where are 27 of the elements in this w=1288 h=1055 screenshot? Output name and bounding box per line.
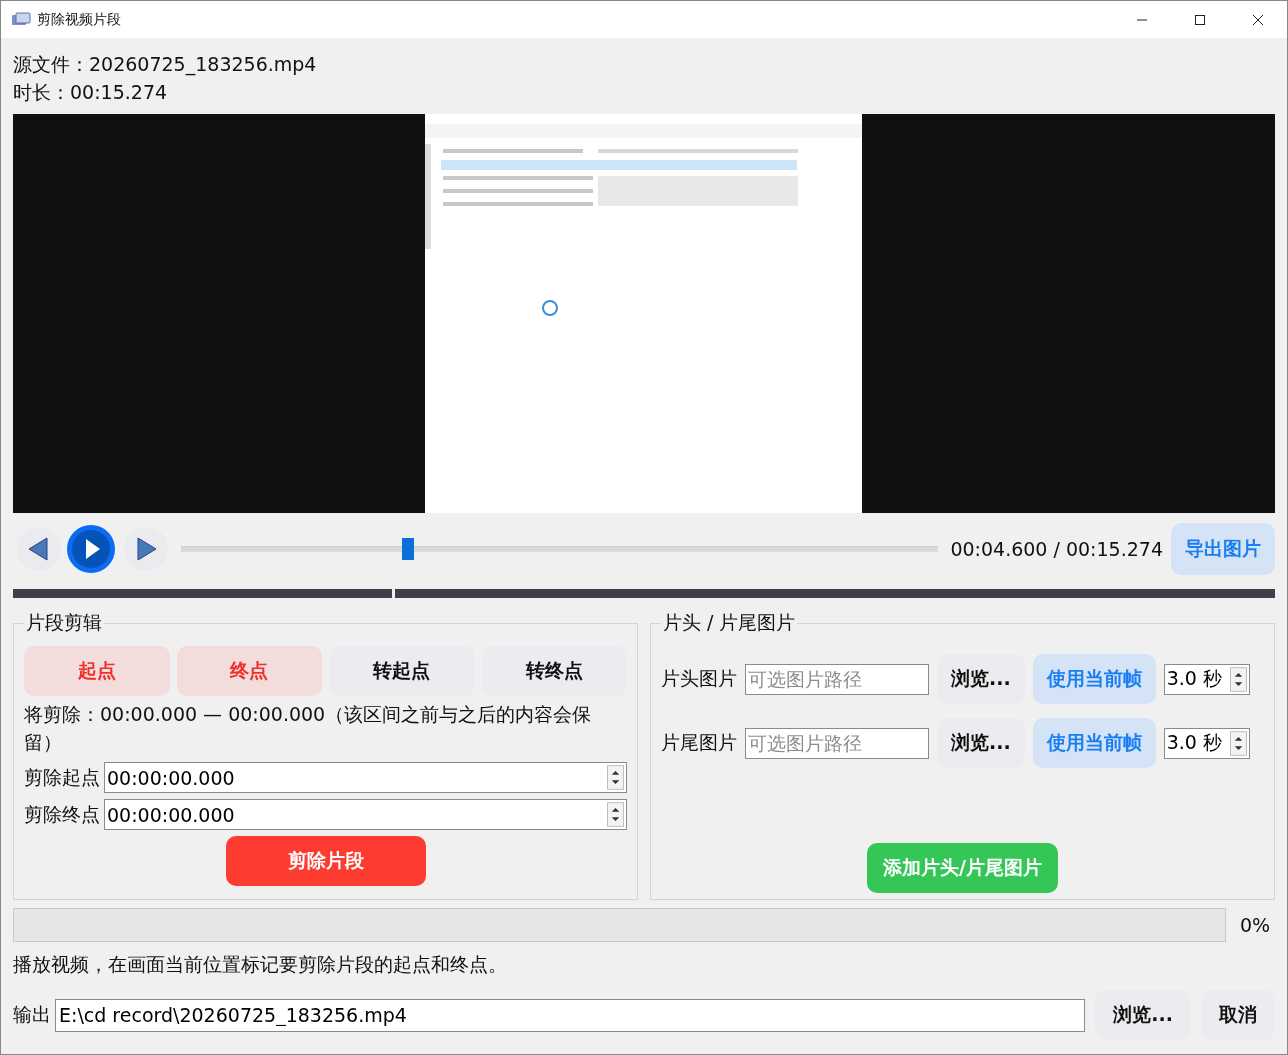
- browse-button[interactable]: 浏览...: [937, 654, 1025, 704]
- panel-title: 片段剪辑: [25, 610, 103, 635]
- cancel-button[interactable]: 取消: [1201, 990, 1275, 1040]
- field-label: 剪除起点: [24, 764, 100, 790]
- source-file-label: 源文件：20260725_183256.mp4: [13, 52, 317, 78]
- window-title: 剪除视频片段: [37, 10, 121, 29]
- jump-button[interactable]: 转终点: [481, 646, 627, 696]
- cut-segment-button[interactable]: 剪除片段: [225, 836, 426, 886]
- slider-thumb[interactable]: [402, 538, 415, 560]
- image-path-field[interactable]: 可选图片路径: [745, 663, 929, 695]
- app-icon: [11, 11, 31, 28]
- panel-title: 片头 / 片尾图片: [662, 610, 797, 635]
- status-message: 播放视频，在画面当前位置标记要剪除片段的起点和终点。: [13, 952, 507, 977]
- duration-label: 时长：00:15.274: [13, 80, 168, 105]
- image-path-field[interactable]: 可选图片路径: [745, 727, 929, 759]
- output-label: 输出: [13, 1002, 51, 1027]
- play-icon[interactable]: [66, 524, 116, 574]
- cut-range-text: 将剪除：00:00.000 — 00:00.000（该区间之前与之后的内容会保留）: [24, 702, 593, 755]
- time-readout: 00:04.600 / 00:15.274: [950, 538, 1163, 560]
- field-label: 片头图片: [661, 666, 737, 691]
- progress-percent: 0%: [1240, 914, 1272, 936]
- browse-button[interactable]: 浏览...: [937, 718, 1025, 768]
- field-label: 剪除终点: [24, 801, 100, 827]
- jump-button[interactable]: 转起点: [329, 646, 475, 696]
- browse-button[interactable]: 浏览...: [1095, 990, 1191, 1040]
- field-label: 片尾图片: [661, 730, 737, 755]
- output-path-field[interactable]: E:\cd record\20260725_183256.mp4: [55, 998, 1086, 1032]
